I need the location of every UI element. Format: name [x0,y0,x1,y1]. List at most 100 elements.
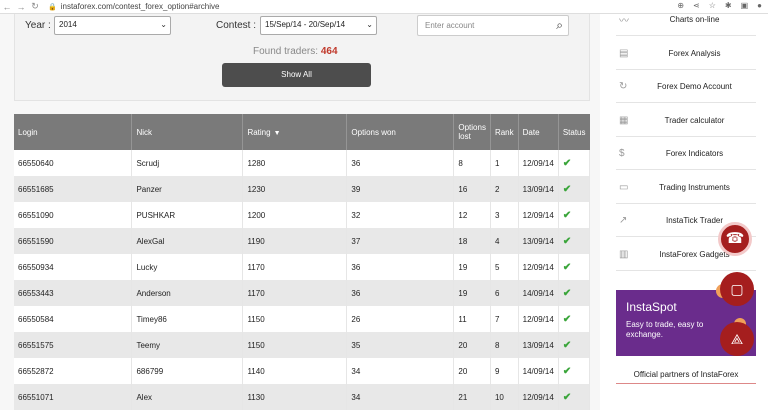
profile-icon[interactable]: ● [757,1,762,10]
cell-options-won: 34 [346,384,455,410]
cell-options-won: 35 [346,332,455,358]
table-row: 66553443 Anderson 1170 36 19 6 14/09/14 ✔ [14,280,591,306]
partners-link[interactable]: Official partners of InstaForex [616,370,756,384]
cell-options-won: 34 [346,358,455,384]
found-label: Found traders: [253,46,319,57]
year-select[interactable]: 2014 ⌄ [54,16,171,35]
cell-options-lost: 11 [453,306,491,332]
dollar-refresh-icon: ↻ [619,80,628,92]
search-icon[interactable]: ⌕ [556,18,563,33]
cell-login: 66551590 [14,228,133,254]
table-header-row: Login Nick Rating ▼ Options won Options l… [14,114,590,150]
cell-options-won: 36 [346,254,455,280]
phone-call-button[interactable]: ☎ [718,222,752,256]
table-row: 66550934 Lucky 1170 36 19 5 12/09/14 ✔ [14,254,591,280]
main-content: Year : 2014 ⌄ Contest : 15/Sep/14 - 20/S… [0,14,600,410]
cell-rating: 1170 [242,280,348,306]
cell-login: 66550934 [14,254,133,280]
cell-login: 66552872 [14,358,133,384]
check-icon: ✔ [562,157,572,169]
cell-status: ✔ [558,228,591,254]
cell-status: ✔ [558,202,591,228]
sidebar-item-forex-indicators[interactable]: $ Forex Indicators [616,137,756,170]
cell-date: 12/09/14 [518,150,559,176]
cell-nick: Anderson [131,280,244,306]
cell-nick: 686799 [131,358,244,384]
chat-button[interactable]: ▢ [720,272,754,306]
found-count: 464 [320,46,338,57]
sort-desc-icon: ▼ [273,129,281,137]
cell-nick: Panzer [131,176,244,202]
cell-options-lost: 8 [453,150,491,176]
sidebar-item-demo-account[interactable]: ↻ Forex Demo Account [616,70,756,103]
sidebar-item-forex-analysis[interactable]: ▤ Forex Analysis [616,37,756,70]
table-row: 66552872 686799 1140 34 20 9 14/09/14 ✔ [14,358,591,384]
cell-nick: PUSHKAR [131,202,244,228]
cell-rank: 10 [490,384,519,410]
chevron-down-icon: ⌄ [366,20,373,29]
col-options-won[interactable]: Options won [346,114,455,150]
col-login[interactable]: Login [14,114,133,150]
cell-rating: 1150 [242,306,348,332]
account-search-input[interactable]: Enter account ⌕ [417,15,569,36]
col-rating[interactable]: Rating ▼ [242,114,348,150]
contest-value: 15/Sep/14 - 20/Sep/14 [265,20,346,29]
cell-status: ✔ [558,280,591,306]
cell-options-lost: 19 [453,280,491,306]
contest-select[interactable]: 15/Sep/14 - 20/Sep/14 ⌄ [260,16,377,35]
check-icon: ✔ [562,339,572,351]
cell-login: 66550640 [14,150,133,176]
sidebar-item-trading-instruments[interactable]: ▭ Trading Instruments [616,171,756,204]
cell-date: 12/09/14 [518,202,559,228]
promo-text: Easy to trade, easy to exchange. [626,320,704,339]
check-icon: ✔ [562,235,572,247]
cell-date: 14/09/14 [518,358,559,384]
cell-rating: 1190 [242,228,348,254]
check-icon: ✔ [562,209,572,221]
cell-options-won: 36 [346,150,455,176]
cell-login: 66551071 [14,384,133,410]
cell-status: ✔ [558,254,591,280]
cell-options-lost: 18 [453,228,491,254]
cell-nick: Timey86 [131,306,244,332]
cell-login: 66551090 [14,202,133,228]
cell-options-lost: 20 [453,332,491,358]
table-row: 66551590 AlexGal 1190 37 18 4 13/09/14 ✔ [14,228,591,254]
check-icon: ✔ [562,287,572,299]
cell-options-won: 37 [346,228,455,254]
col-status[interactable]: Status [558,114,590,150]
cell-login: 66553443 [14,280,133,306]
cell-date: 12/09/14 [518,306,559,332]
cell-date: 12/09/14 [518,254,559,280]
col-rank[interactable]: Rank [490,114,519,150]
cell-rating: 1150 [242,332,348,358]
reload-icon[interactable]: ↻ [28,1,42,12]
cell-rating: 1140 [242,358,348,384]
cell-status: ✔ [558,332,591,358]
cell-rank: 7 [490,306,519,332]
calculator-icon: ▦ [619,114,629,126]
address-bar[interactable]: 🔒 instaforex.com/contest_forex_option#ar… [48,2,219,11]
table-row: 66550640 Scrudj 1280 36 8 1 12/09/14 ✔ [14,150,591,176]
check-icon: ✔ [562,183,572,195]
table-row: 66551090 PUSHKAR 1200 32 12 3 12/09/14 ✔ [14,202,591,228]
back-icon[interactable]: ← [0,2,14,12]
cell-rank: 9 [490,358,519,384]
sidebar-item-trader-calculator[interactable]: ▦ Trader calculator [616,104,756,137]
forward-icon[interactable]: → [14,2,28,12]
url-text: instaforex.com/contest_forex_option#arch… [60,2,220,11]
col-date[interactable]: Date [518,114,559,150]
cell-options-lost: 21 [453,384,491,410]
col-nick[interactable]: Nick [131,114,244,150]
chart-line-icon: 〰 [619,15,629,27]
show-all-button[interactable]: Show All [222,63,371,87]
col-options-lost[interactable]: Options lost [453,114,491,150]
traders-table: Login Nick Rating ▼ Options won Options l… [14,114,591,410]
sidebar-item-charts-online[interactable]: 〰 Charts on-line [616,3,756,36]
check-icon: ✔ [562,261,572,273]
share-network-button[interactable]: ⟁ [720,322,754,356]
found-traders: Found traders: 464 [253,46,338,57]
lock-icon: 🔒 [48,3,57,11]
cell-date: 12/09/14 [518,384,559,410]
cell-options-lost: 12 [453,202,491,228]
